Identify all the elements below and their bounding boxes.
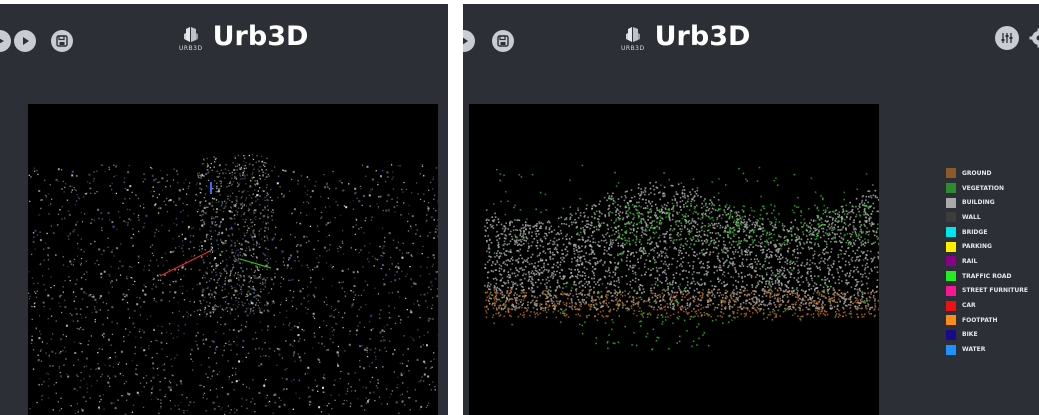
legend-swatch xyxy=(946,212,956,223)
legend-label: RAIL xyxy=(962,257,978,265)
city-logo-icon xyxy=(183,27,198,42)
legend-swatch xyxy=(946,197,956,208)
play-button-partial[interactable] xyxy=(463,30,475,52)
filter-settings-button[interactable] xyxy=(995,26,1019,50)
legend-label: BIKE xyxy=(962,331,978,339)
legend-swatch xyxy=(946,344,956,355)
point-cloud-viewport-rgb[interactable] xyxy=(28,104,438,415)
app-title: Urb3D xyxy=(212,21,309,52)
save-button[interactable] xyxy=(51,30,73,52)
legend-item: VEGETATION xyxy=(946,181,1028,196)
save-icon xyxy=(56,35,68,47)
legend-label: WALL xyxy=(962,213,981,221)
legend-swatch xyxy=(946,329,956,340)
settings-button-partial[interactable] xyxy=(1029,28,1039,48)
legend-label: CAR xyxy=(962,302,976,310)
legend-item: TRAFFIC ROAD xyxy=(946,269,1028,284)
legend-item: WATER xyxy=(946,342,1028,357)
legend-swatch xyxy=(946,241,956,252)
legend-swatch xyxy=(946,315,956,326)
legend-item: FOOTPATH xyxy=(946,313,1028,328)
legend-swatch xyxy=(946,168,956,179)
save-icon xyxy=(497,35,509,47)
legend-label: PARKING xyxy=(962,243,992,251)
legend-label: VEGETATION xyxy=(962,184,1005,192)
legend-label: BRIDGE xyxy=(962,228,988,236)
app-brand: URB3D Urb3D xyxy=(179,21,309,53)
play-button[interactable] xyxy=(14,30,36,52)
legend-label: GROUND xyxy=(962,169,992,177)
legend-label: TRAFFIC ROAD xyxy=(962,272,1012,280)
play-icon xyxy=(463,37,468,45)
logo-text: URB3D xyxy=(621,45,645,52)
legend-label: STREET FURNITURE xyxy=(962,287,1028,295)
legend-swatch xyxy=(946,300,956,311)
app-logo: URB3D xyxy=(621,26,645,52)
class-legend: GROUND VEGETATION BUILDING WALL BRIDGE PARKIN… xyxy=(946,166,1028,357)
point-cloud-viewport-segmentation[interactable] xyxy=(469,104,879,415)
city-logo-icon xyxy=(625,27,640,42)
legend-swatch xyxy=(946,183,956,194)
legend-item: WALL xyxy=(946,210,1028,225)
legend-item: CAR xyxy=(946,298,1028,313)
legend-swatch xyxy=(946,285,956,296)
legend-swatch xyxy=(946,271,956,282)
point-cloud-rgb-render xyxy=(28,154,438,415)
play-button-partial[interactable] xyxy=(0,30,11,52)
legend-item: GROUND xyxy=(946,166,1028,181)
sliders-icon xyxy=(1001,33,1013,43)
left-viewer-panel: URB3D Urb3D xyxy=(0,4,448,415)
legend-swatch xyxy=(946,227,956,238)
legend-item: STREET FURNITURE xyxy=(946,284,1028,299)
save-button[interactable] xyxy=(492,30,514,52)
legend-item: RAIL xyxy=(946,254,1028,269)
settings-icon xyxy=(1029,28,1039,48)
legend-item: BIKE xyxy=(946,328,1028,343)
app-brand: URB3D Urb3D xyxy=(621,21,751,53)
play-icon xyxy=(23,37,29,45)
right-viewer-panel: URB3D Urb3D GROUND VEGETATION BUILDING WALL… xyxy=(463,4,1039,415)
legend-label: WATER xyxy=(962,346,986,354)
play-icon xyxy=(0,38,4,44)
legend-label: BUILDING xyxy=(962,199,995,207)
legend-item: BRIDGE xyxy=(946,225,1028,240)
app-logo: URB3D xyxy=(179,26,203,52)
legend-swatch xyxy=(946,256,956,267)
legend-label: FOOTPATH xyxy=(962,316,998,324)
legend-item: BUILDING xyxy=(946,195,1028,210)
app-title: Urb3D xyxy=(654,21,751,52)
logo-text: URB3D xyxy=(179,45,203,52)
legend-item: PARKING xyxy=(946,239,1028,254)
point-cloud-segmentation-render xyxy=(484,164,879,351)
